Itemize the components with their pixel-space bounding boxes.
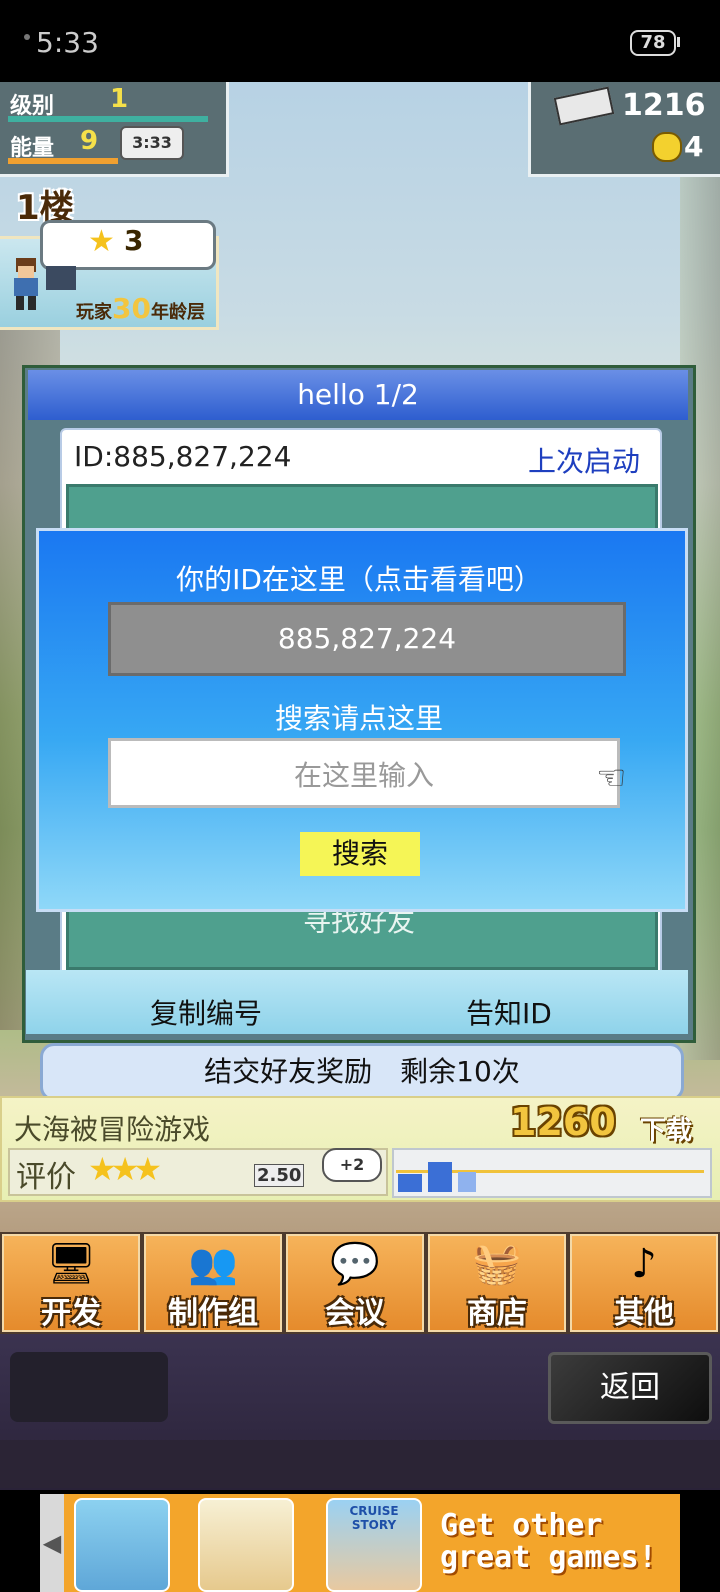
menu-label: 开发 [41,1296,101,1331]
rating-score: 2.50 [254,1164,305,1187]
ad-game-thumb[interactable]: CRUISE STORY [326,1498,422,1592]
shop-icon: 🧺 [472,1241,522,1287]
menu-other-button[interactable]: ♪ 其他 [570,1234,718,1332]
menu-label: 其他 [614,1296,674,1331]
menu-meeting-button[interactable]: 💬 会议 [286,1234,424,1332]
tell-id-button[interactable]: 告知ID [466,992,552,1032]
rating-label: 评价 [16,1160,76,1195]
menu-team-button[interactable]: 👥 制作组 [144,1234,282,1332]
ad-text-line2: great games! [440,1540,657,1575]
search-button[interactable]: 搜索 [300,832,420,876]
rating-stars-icon: ★★★ [88,1150,162,1188]
copy-id-button[interactable]: 复制编号 [150,992,262,1032]
chat-icon: 💬 [330,1241,380,1287]
panel-title: hello 1/2 [297,378,419,411]
user-id-text: ID:885,827,224 [74,440,292,473]
panel-footer [26,970,688,1034]
ad-thumb-label: CRUISE STORY [349,1504,399,1532]
menu-label: 会议 [325,1296,385,1331]
pointing-hand-icon: ☜ [596,758,627,798]
menu-shop-button[interactable]: 🧺 商店 [428,1234,566,1332]
search-input[interactable]: 在这里输入 [108,738,620,808]
chart-bar [458,1172,476,1192]
status-time: 5:33 [36,26,99,59]
search-label: 搜索请点这里 [274,702,443,735]
last-launch-link[interactable]: 上次启动 [528,440,640,480]
coin-value: 4 [684,130,704,163]
battery-icon: 78 [630,30,676,56]
menu-label: 制作组 [168,1296,258,1331]
battery-tip [677,37,680,47]
plus-badge: +2 [322,1148,382,1182]
music-icon: ♪ [631,1241,657,1287]
ad-prev-arrow-icon[interactable]: ◀ [40,1494,64,1592]
ad-game-thumb[interactable] [74,1498,170,1592]
ad-text-line1: Get other [440,1508,603,1543]
energy-value: 9 [80,126,99,156]
player-character-icon [14,258,38,310]
notification-dot [24,34,30,40]
monitor-icon: 🖥 [45,1241,97,1287]
chart-bar [428,1162,452,1192]
chart-bar [398,1174,422,1192]
friend-reward-bar: 结交好友奖励 剩余10次 [40,1043,684,1101]
ad-text: Get other great games! [440,1510,657,1574]
computer-icon [46,266,76,290]
player-age: 玩家30年龄层 [76,292,205,325]
game-title: 大海被冒险游戏 [14,1113,211,1146]
id-display-field[interactable]: 885,827,224 [108,602,626,676]
energy-bar [8,158,118,164]
message-area [10,1352,168,1422]
level-value: 1 [110,84,129,114]
level-bar [8,116,208,122]
back-button[interactable]: 返回 [548,1352,712,1424]
status-bar [0,0,720,82]
money-value: 1216 [622,88,706,123]
dialog-title: 你的ID在这里（点击看看吧） [176,563,542,596]
team-icon: 👥 [188,1241,238,1287]
sales-count: 1260 [510,1100,616,1144]
bottom-stripe [0,1440,720,1488]
player-stars: 3 [124,224,144,257]
menu-develop-button[interactable]: 🖥 开发 [2,1234,140,1332]
sales-label: 下载 [640,1116,693,1146]
coin-icon [652,132,682,162]
star-icon: ★ [88,224,115,259]
ad-game-thumb[interactable] [198,1498,294,1592]
energy-timer: 3:33 [120,126,184,160]
menu-label: 商店 [467,1296,527,1331]
